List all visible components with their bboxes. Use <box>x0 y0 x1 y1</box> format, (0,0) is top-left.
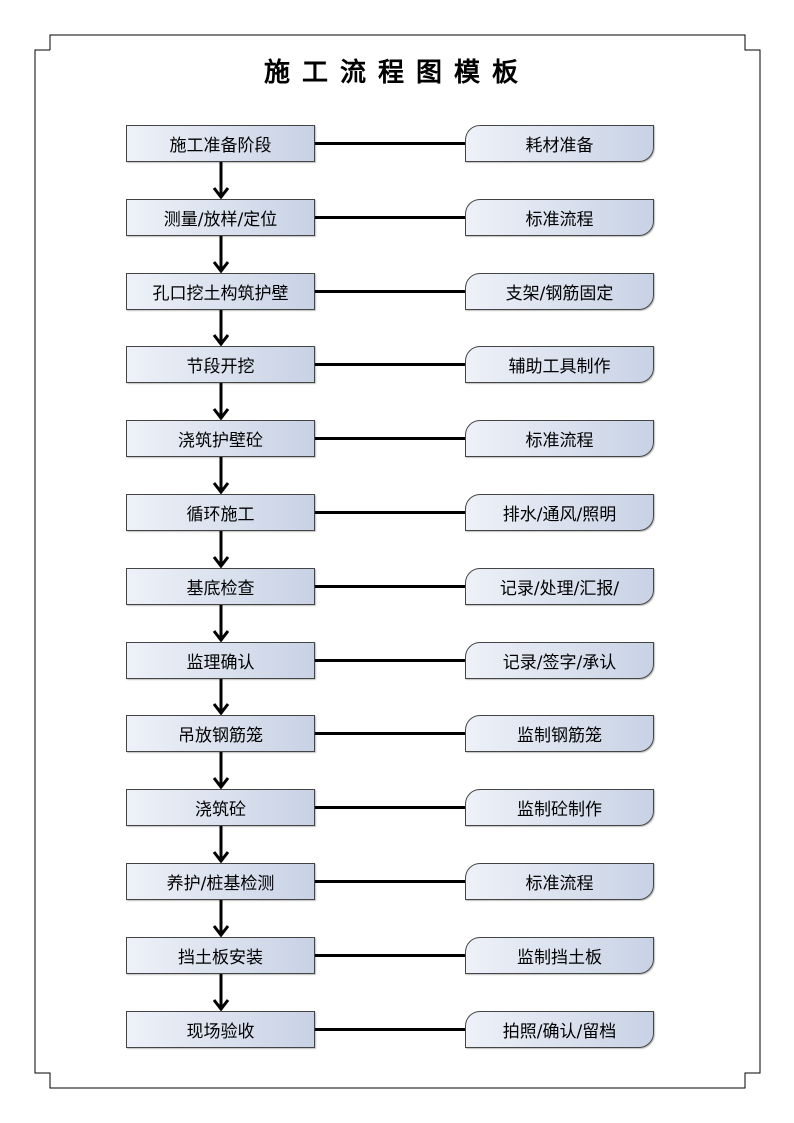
side-note: 耗材准备 <box>465 125 654 162</box>
side-note: 标准流程 <box>465 420 654 457</box>
process-step: 养护/桩基检测 <box>126 863 315 900</box>
process-step: 浇筑砼 <box>126 789 315 826</box>
process-step: 施工准备阶段 <box>126 125 315 162</box>
process-step: 基底检查 <box>126 568 315 605</box>
page-frame <box>34 34 761 1089</box>
page-title: 施工流程图模板 <box>263 58 530 88</box>
process-step: 监理确认 <box>126 642 315 679</box>
process-step: 挡土板安装 <box>126 937 315 974</box>
side-note: 辅助工具制作 <box>465 346 654 383</box>
process-step: 测量/放样/定位 <box>126 199 315 236</box>
side-note: 标准流程 <box>465 199 654 236</box>
process-step: 孔口挖土构筑护壁 <box>126 273 315 310</box>
side-note: 记录/处理/汇报/ <box>465 568 654 605</box>
process-step: 吊放钢筋笼 <box>126 715 315 752</box>
process-step: 循环施工 <box>126 494 315 531</box>
process-step: 节段开挖 <box>126 346 315 383</box>
side-note: 排水/通风/照明 <box>465 494 654 531</box>
side-note: 拍照/确认/留档 <box>465 1011 654 1048</box>
side-note: 监制挡土板 <box>465 937 654 974</box>
process-step: 浇筑护壁砼 <box>126 420 315 457</box>
side-note: 监制钢筋笼 <box>465 715 654 752</box>
side-note: 记录/签字/承认 <box>465 642 654 679</box>
side-note: 支架/钢筋固定 <box>465 273 654 310</box>
side-note: 监制砼制作 <box>465 789 654 826</box>
process-step: 现场验收 <box>126 1011 315 1048</box>
frame-border <box>34 34 761 1089</box>
side-note: 标准流程 <box>465 863 654 900</box>
